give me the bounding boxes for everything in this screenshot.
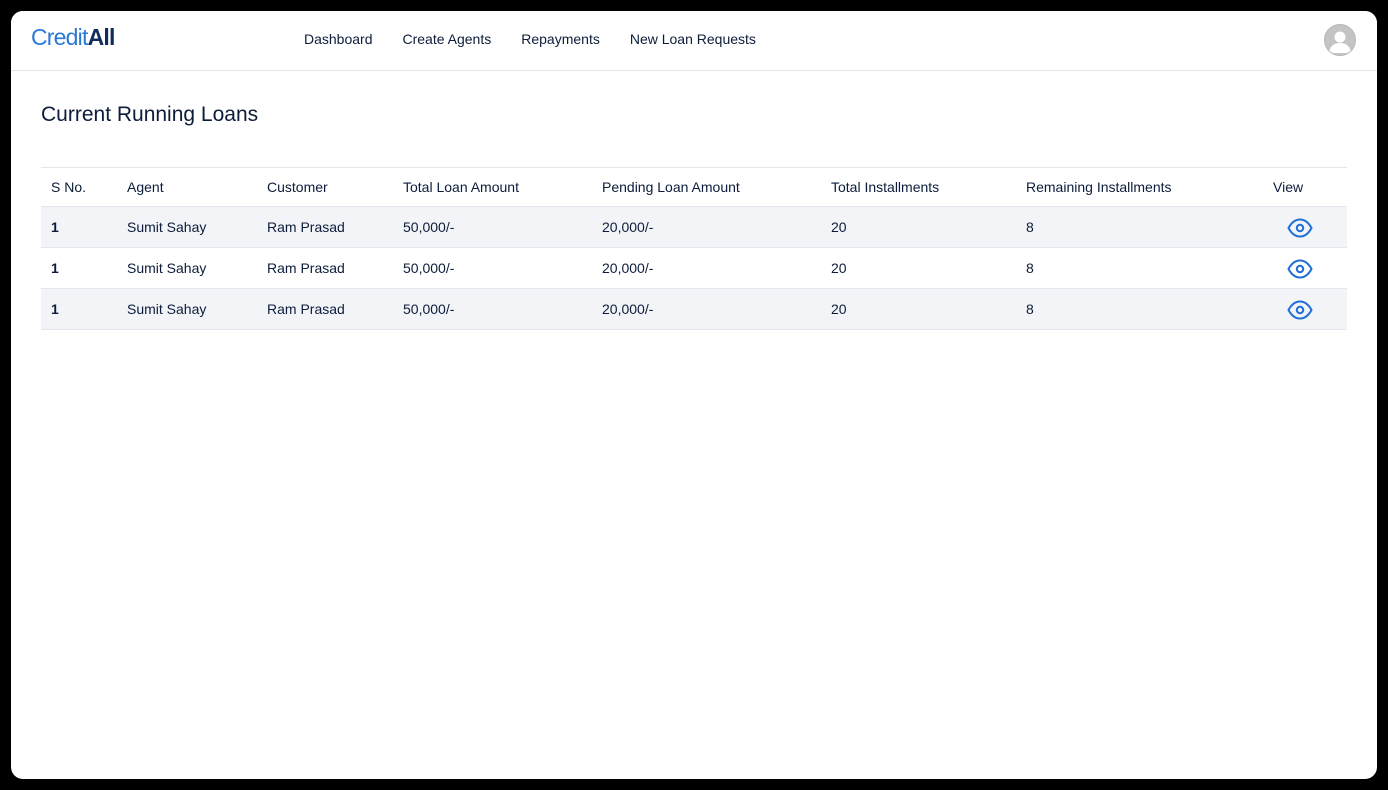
cell-pending-loan-amount: 20,000/- [592,247,821,289]
cell-total-loan-amount: 50,000/- [393,247,592,289]
nav-dashboard[interactable]: Dashboard [304,30,373,48]
cell-view [1263,206,1347,248]
table-row: 1 Sumit Sahay Ram Prasad 50,000/- 20,000… [41,247,1347,289]
cell-total-loan-amount: 50,000/- [393,288,592,330]
cell-pending-loan-amount: 20,000/- [592,288,821,330]
header-total-loan-amount: Total Loan Amount [393,167,592,207]
cell-agent: Sumit Sahay [117,288,257,330]
header-total-installments: Total Installments [821,167,1016,207]
cell-agent: Sumit Sahay [117,206,257,248]
header-sno: S No. [41,167,117,207]
header-agent: Agent [117,167,257,207]
nav-new-loan-requests[interactable]: New Loan Requests [630,30,756,48]
cell-customer: Ram Prasad [257,247,393,289]
cell-remaining-installments: 8 [1016,288,1263,330]
cell-customer: Ram Prasad [257,206,393,248]
cell-total-installments: 20 [821,206,1016,248]
eye-icon[interactable] [1287,217,1313,238]
logo-text-credit: Credit [31,24,88,50]
logo[interactable]: CreditAll [31,24,115,50]
top-navbar: CreditAll Dashboard Create Agents Repaym… [11,11,1377,71]
header-pending-loan-amount: Pending Loan Amount [592,167,821,207]
cell-sno: 1 [41,247,117,289]
cell-total-loan-amount: 50,000/- [393,206,592,248]
cell-agent: Sumit Sahay [117,247,257,289]
cell-view [1263,288,1347,330]
cell-sno: 1 [41,206,117,248]
main-nav: Dashboard Create Agents Repayments New L… [304,30,786,48]
nav-create-agents[interactable]: Create Agents [403,30,492,48]
loans-table: S No. Agent Customer Total Loan Amount P… [41,167,1347,330]
cell-total-installments: 20 [821,247,1016,289]
header-customer: Customer [257,167,393,207]
app-window: CreditAll Dashboard Create Agents Repaym… [11,11,1377,779]
page-title: Current Running Loans [41,103,259,126]
table-header-row: S No. Agent Customer Total Loan Amount P… [41,167,1347,207]
cell-remaining-installments: 8 [1016,247,1263,289]
logo-text-all: All [87,24,116,50]
cell-sno: 1 [41,288,117,330]
table-row: 1 Sumit Sahay Ram Prasad 50,000/- 20,000… [41,206,1347,248]
cell-view [1263,247,1347,289]
user-avatar-icon[interactable] [1324,24,1356,56]
user-silhouette-icon [1329,31,1351,53]
table-row: 1 Sumit Sahay Ram Prasad 50,000/- 20,000… [41,288,1347,330]
cell-remaining-installments: 8 [1016,206,1263,248]
cell-total-installments: 20 [821,288,1016,330]
eye-icon[interactable] [1287,299,1313,320]
header-remaining-installments: Remaining Installments [1016,167,1263,207]
cell-customer: Ram Prasad [257,288,393,330]
eye-icon[interactable] [1287,258,1313,279]
cell-pending-loan-amount: 20,000/- [592,206,821,248]
header-view: View [1263,167,1347,207]
nav-repayments[interactable]: Repayments [521,30,600,48]
